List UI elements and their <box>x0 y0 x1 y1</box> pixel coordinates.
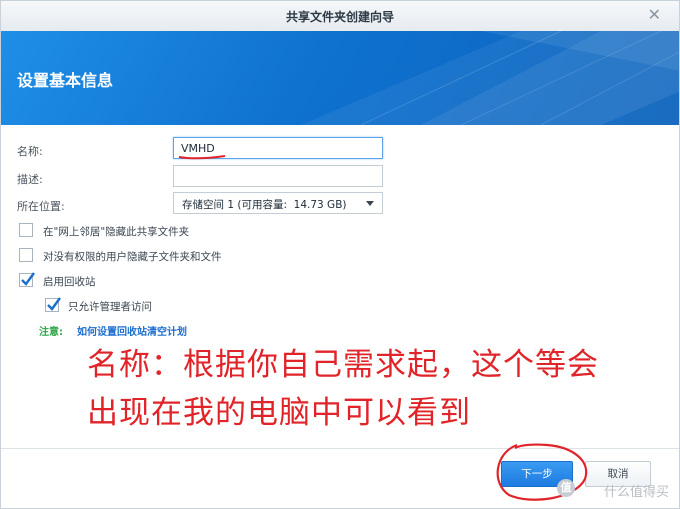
red-underline <box>178 155 226 160</box>
name-label: 名称: <box>17 145 43 158</box>
desc-input[interactable] <box>173 165 383 187</box>
checkbox-hide-network-label: 在"网上邻居"隐藏此共享文件夹 <box>43 226 190 238</box>
location-value: 存储空间 1 (可用容量: 14.73 GB) <box>182 199 347 211</box>
watermark-text: 什么值得买 <box>603 485 669 500</box>
annotation-line-1: 名称：根据你自己需求起，这个等会 <box>87 347 599 383</box>
header-banner: 设置基本信息 <box>1 31 679 125</box>
annotation-line-2: 出现在我的电脑中可以看到 <box>87 395 471 431</box>
check-icon <box>21 272 35 286</box>
wizard-dialog: 共享文件夹创建向导 ✕ 设置基本信息 名称: VMHD 描述: 所在位置: 存储… <box>0 0 680 509</box>
checkbox-admin-only[interactable] <box>45 297 61 312</box>
checkbox-hide-subfolders[interactable] <box>19 248 33 262</box>
watermark-logo-icon: 值 <box>557 479 575 497</box>
check-icon <box>47 297 61 311</box>
close-icon[interactable]: ✕ <box>648 5 661 24</box>
title-bar: 共享文件夹创建向导 ✕ <box>1 1 679 32</box>
checkbox-hide-network[interactable] <box>19 223 33 237</box>
desc-label: 描述: <box>17 173 43 186</box>
checkbox-recycle-bin[interactable] <box>19 272 35 287</box>
note-prefix: 注意: <box>39 327 63 338</box>
dialog-title: 共享文件夹创建向导 <box>285 10 394 24</box>
checkbox-hide-subfolders-label: 对没有权限的用户隐藏子文件夹和文件 <box>43 251 222 263</box>
location-label: 所在位置: <box>17 200 65 213</box>
checkbox-admin-only-label: 只允许管理者访问 <box>68 301 152 313</box>
page-title: 设置基本信息 <box>17 71 114 90</box>
red-circle-annotation <box>496 443 588 501</box>
recycle-schedule-link[interactable]: 如何设置回收站清空计划 <box>77 323 187 338</box>
chevron-down-icon <box>366 201 374 206</box>
checkbox-recycle-bin-label: 启用回收站 <box>43 276 96 288</box>
location-select[interactable]: 存储空间 1 (可用容量: 14.73 GB) <box>173 192 383 214</box>
